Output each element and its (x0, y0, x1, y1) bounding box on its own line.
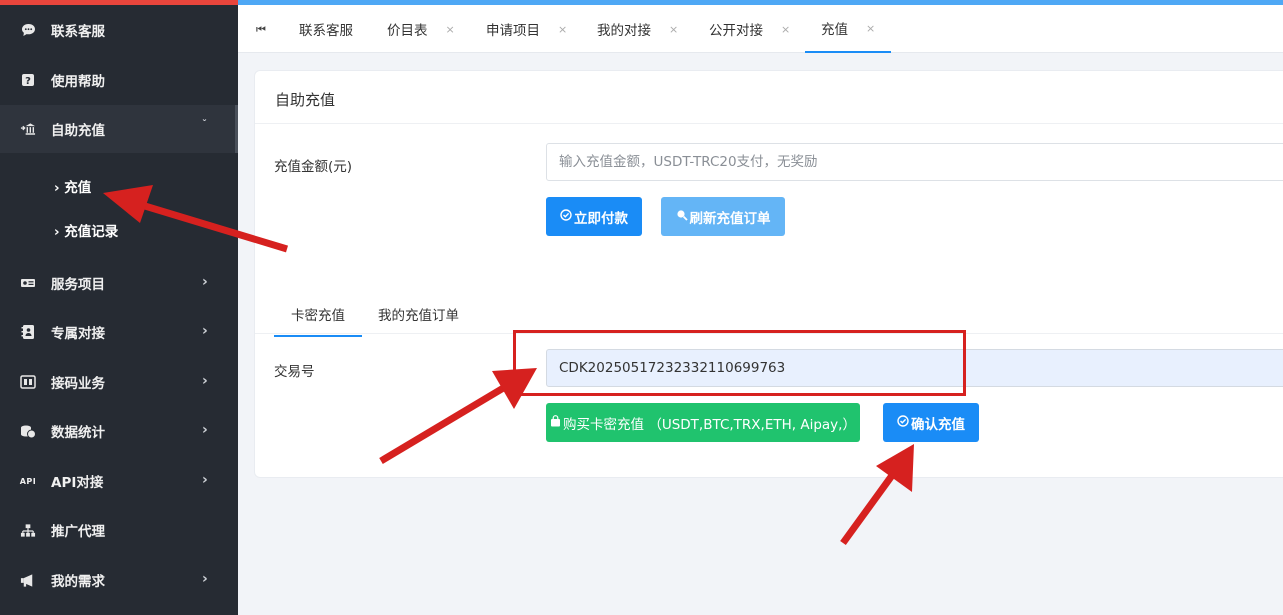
annotation-arrow-transaction (379, 368, 537, 465)
annotation-arrow-recharge (103, 185, 289, 253)
annotation-arrow-confirm (840, 444, 914, 546)
annotation-arrows (103, 185, 914, 546)
